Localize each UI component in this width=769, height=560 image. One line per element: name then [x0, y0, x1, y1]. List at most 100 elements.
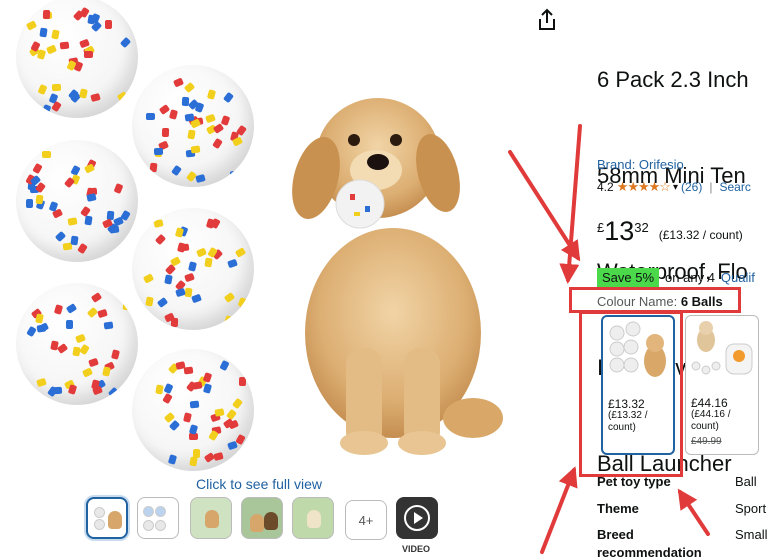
ball-image	[16, 283, 138, 405]
ball-fleck	[113, 183, 124, 195]
ball-fleck	[153, 219, 164, 229]
ball-fleck	[45, 44, 57, 55]
ball-fleck	[36, 84, 48, 96]
ball-fleck	[189, 400, 200, 409]
ball-fleck	[182, 412, 192, 423]
thumbnail[interactable]	[137, 497, 179, 539]
ball-fleck	[41, 103, 52, 115]
ball-fleck	[158, 104, 170, 116]
thumbnail[interactable]	[292, 497, 334, 539]
ball-fleck	[174, 227, 185, 239]
ball-fleck	[190, 293, 202, 304]
ball-fleck	[187, 261, 197, 272]
thumbnail[interactable]	[190, 497, 232, 539]
ball-fleck	[42, 9, 51, 19]
ball-fleck	[70, 235, 79, 246]
ball-image	[16, 140, 138, 262]
ball-fleck	[25, 198, 34, 208]
see-full-view-link[interactable]: Click to see full view	[196, 476, 322, 492]
play-icon	[404, 505, 430, 531]
ball-fleck	[145, 296, 155, 307]
ball-fleck	[226, 259, 238, 269]
ball-fleck	[154, 148, 164, 156]
share-icon[interactable]	[536, 8, 558, 32]
ball-fleck	[90, 292, 103, 304]
ball-fleck	[223, 315, 234, 327]
ball-fleck	[176, 242, 187, 253]
ball-fleck	[174, 288, 186, 298]
ball-fleck	[52, 386, 62, 395]
ball-fleck	[225, 408, 237, 420]
ball-fleck	[55, 230, 67, 242]
ball-fleck	[173, 77, 185, 88]
ball-fleck	[149, 162, 158, 173]
ball-fleck	[36, 377, 47, 387]
ball-fleck	[38, 27, 48, 38]
ball-fleck	[32, 163, 43, 175]
thumbnail[interactable]	[241, 497, 283, 539]
ball-fleck	[142, 273, 155, 285]
ball-fleck	[116, 91, 128, 102]
ball-fleck	[54, 304, 64, 316]
ball-fleck	[203, 383, 213, 395]
ball-fleck	[184, 272, 196, 283]
ball-fleck	[103, 321, 113, 330]
ball-fleck	[85, 193, 97, 203]
ball-fleck	[78, 88, 88, 99]
ball-fleck	[232, 398, 244, 410]
ball-fleck	[213, 123, 225, 135]
ball-fleck	[227, 441, 239, 451]
ball-fleck	[193, 449, 201, 459]
ball-fleck	[63, 177, 75, 189]
title-line: 6 Pack 2.3 Inch	[597, 67, 749, 92]
ball-fleck	[41, 151, 51, 159]
thumbnail[interactable]	[86, 497, 128, 539]
ball-fleck	[76, 243, 88, 255]
video-label: VIDEO	[402, 544, 431, 554]
ball-fleck	[65, 303, 78, 315]
ball-fleck	[37, 322, 50, 333]
ball-fleck	[119, 37, 131, 49]
ball-fleck	[168, 419, 181, 432]
ball-fleck	[229, 170, 239, 179]
ball-fleck	[163, 273, 173, 285]
ball-fleck	[208, 430, 219, 442]
ball-fleck	[219, 360, 230, 372]
ball-fleck	[220, 115, 231, 127]
ball-fleck	[235, 433, 246, 445]
ball-fleck	[84, 215, 93, 226]
ball-fleck	[168, 109, 178, 120]
ball-fleck	[156, 296, 169, 308]
ball-fleck	[75, 333, 86, 344]
ball-fleck	[83, 51, 93, 59]
ball-fleck	[107, 387, 120, 399]
ball-fleck	[235, 217, 246, 229]
ball-fleck	[81, 367, 93, 378]
ball-fleck	[190, 145, 201, 154]
ball-fleck	[87, 358, 99, 368]
ball-fleck	[123, 391, 132, 401]
ball-fleck	[183, 81, 196, 93]
ball-fleck	[205, 113, 217, 124]
ball-fleck	[214, 408, 225, 417]
ball-fleck	[59, 41, 70, 50]
ball-fleck	[97, 308, 109, 319]
ball-fleck	[83, 163, 95, 174]
ball-fleck	[162, 392, 174, 405]
ball-fleck	[194, 173, 206, 184]
ball-fleck	[239, 376, 247, 386]
ball-fleck	[154, 384, 164, 395]
ball-fleck	[154, 233, 166, 245]
ball-fleck	[26, 326, 38, 338]
ball-fleck	[237, 306, 247, 318]
video-thumbnail[interactable]	[396, 497, 438, 539]
ball-fleck	[140, 314, 151, 326]
ball-image	[132, 349, 254, 471]
ball-fleck	[186, 129, 196, 140]
puppy-image	[292, 98, 503, 455]
ball-fleck	[171, 317, 179, 327]
ball-fleck	[182, 97, 190, 107]
ball-fleck	[163, 382, 174, 394]
more-thumbnails-button[interactable]: 4+	[345, 500, 387, 540]
ball-fleck	[26, 20, 38, 32]
